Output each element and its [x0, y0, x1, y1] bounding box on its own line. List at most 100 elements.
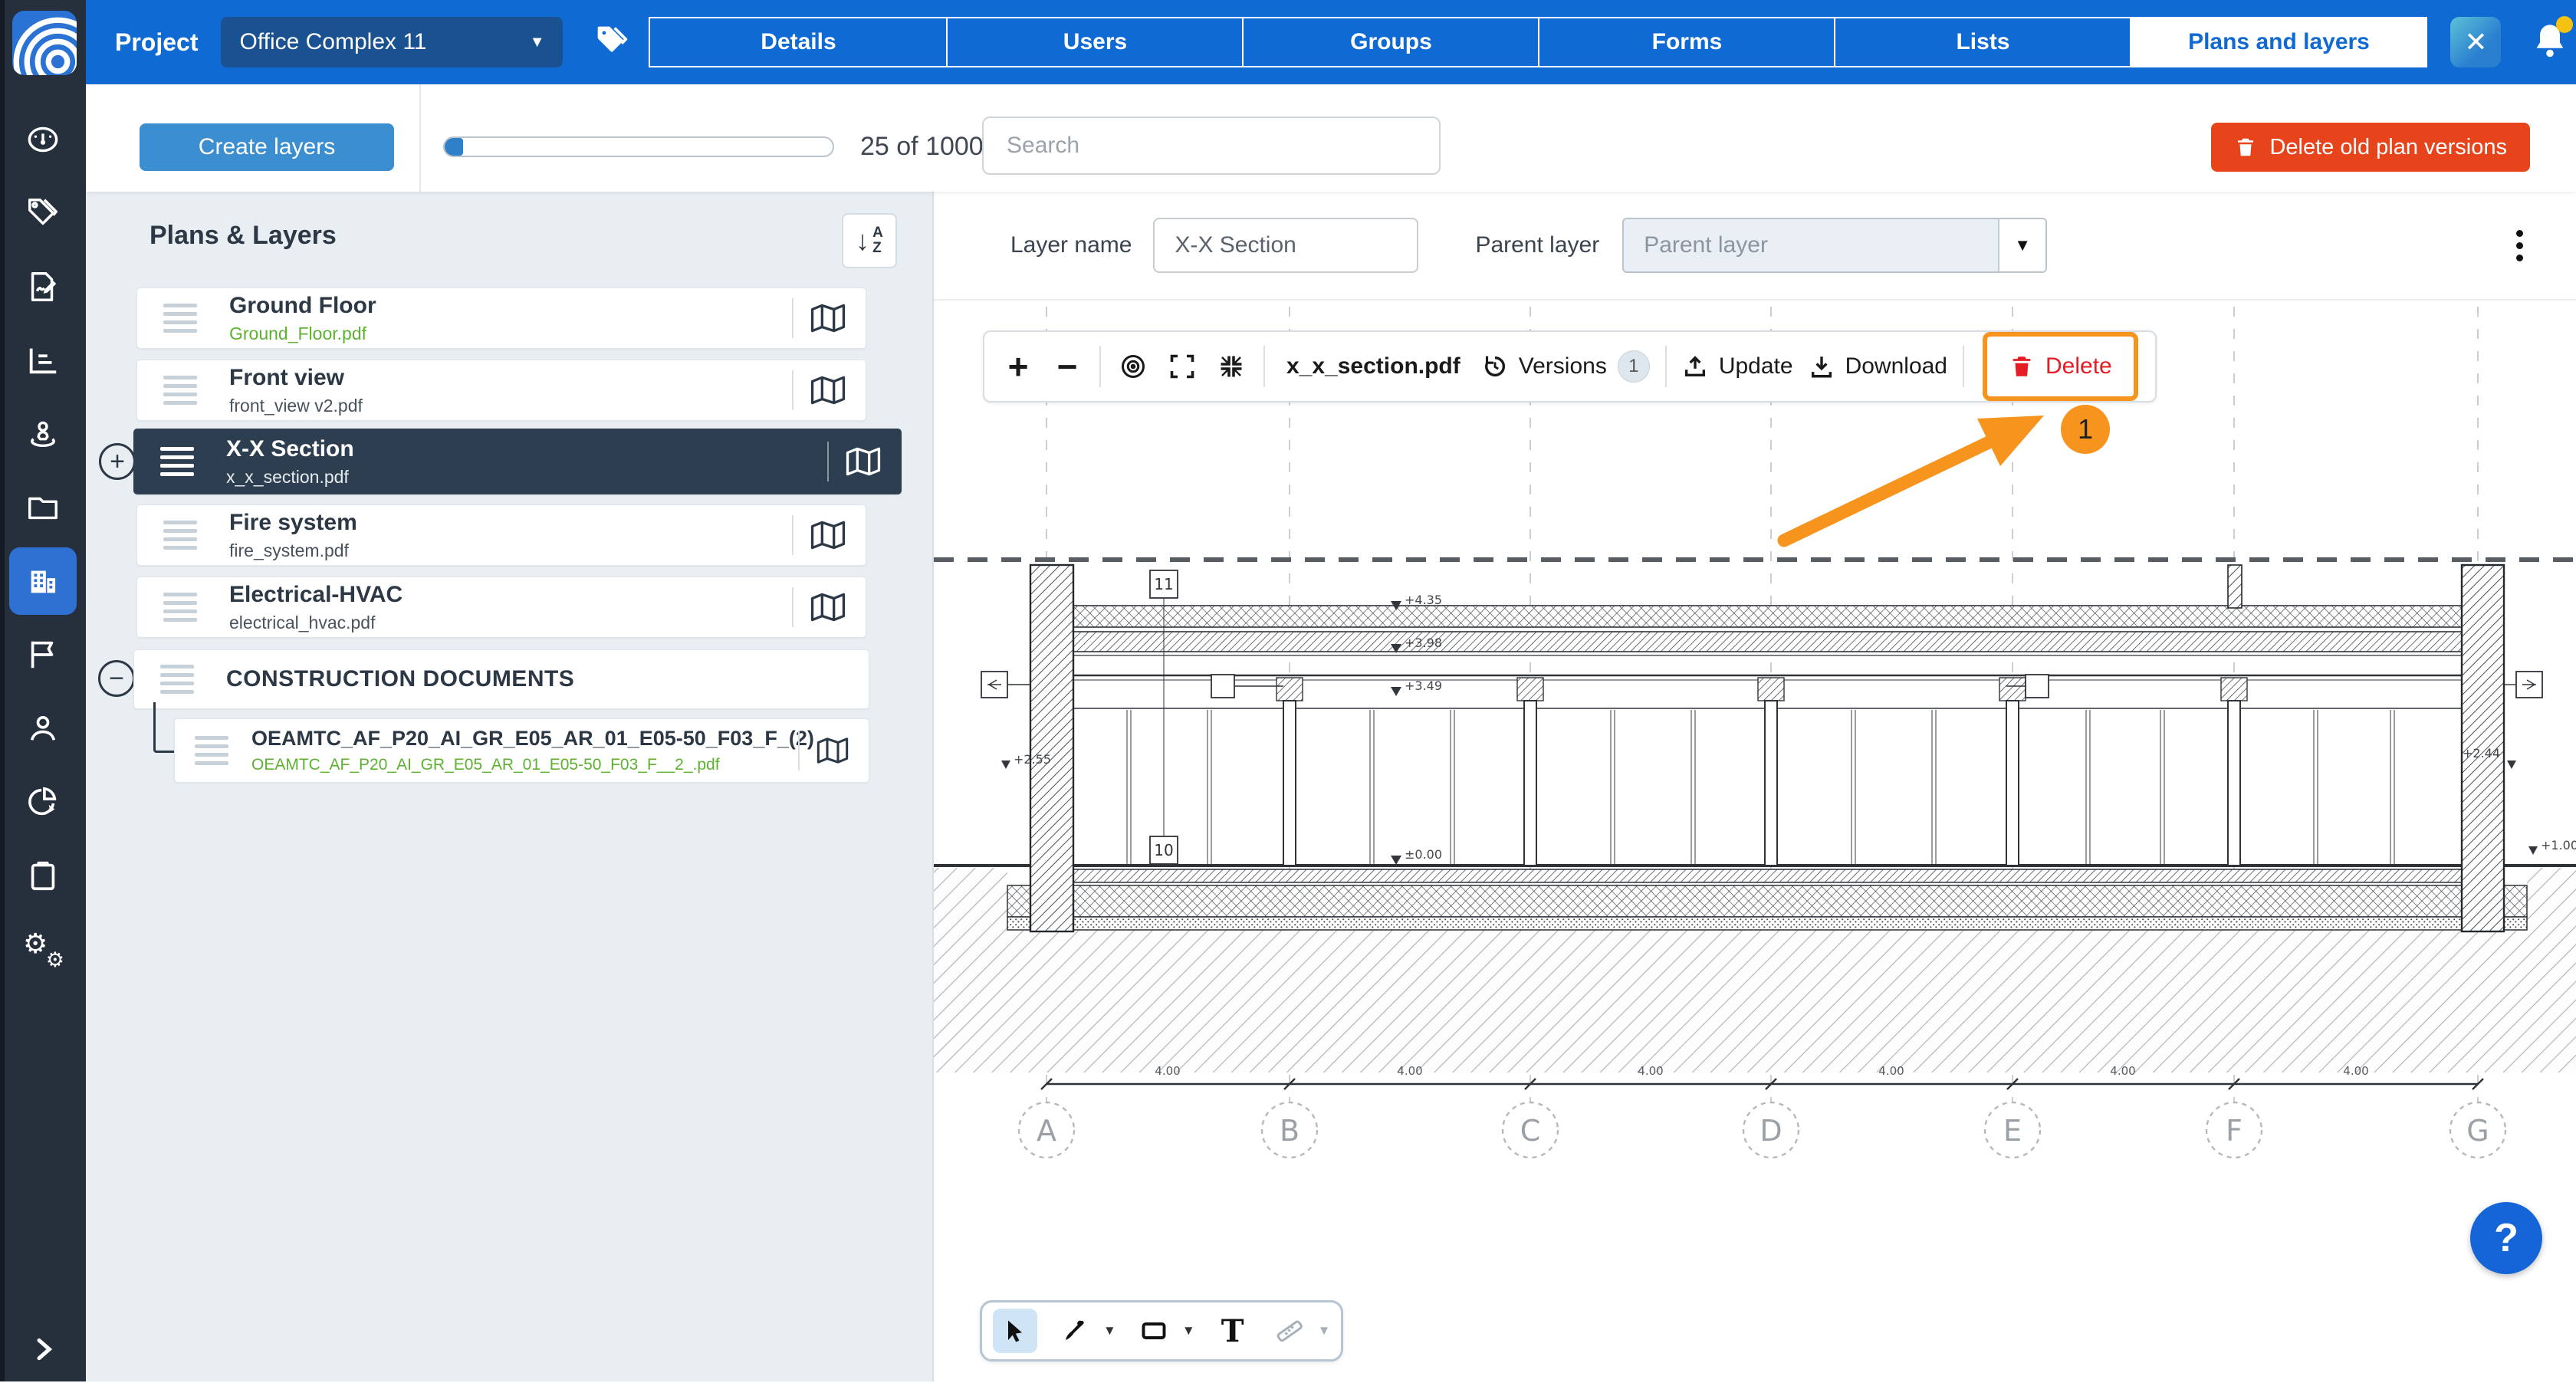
plan-card-front-view[interactable]: Front view front_view v2.pdf	[136, 360, 866, 421]
drag-handle[interactable]	[163, 304, 197, 333]
plan-card-xx-section-selected[interactable]: X-X Section x_x_section.pdf	[133, 429, 902, 494]
plans-layers-panel: Plans & Layers ↓ AZ Ground Floor Ground_…	[86, 192, 934, 1381]
sort-arrow-icon: ↓	[856, 227, 869, 255]
grid-bubble-E: E	[2003, 1114, 2022, 1148]
drag-handle[interactable]	[163, 593, 197, 622]
tab-groups[interactable]: Groups	[1242, 18, 1538, 66]
zoom-out-button[interactable]: −	[1050, 350, 1084, 383]
divider	[798, 731, 800, 770]
elevation-mark: +2.55	[1014, 752, 1051, 767]
layer-name-input[interactable]	[1153, 218, 1418, 273]
map-icon[interactable]	[810, 591, 846, 623]
plan-card-electrical-hvac[interactable]: Electrical-HVAC electrical_hvac.pdf	[136, 577, 866, 638]
text-tool-icon[interactable]: T	[1214, 1309, 1252, 1353]
map-icon[interactable]	[810, 302, 846, 334]
user-icon[interactable]	[0, 692, 86, 765]
delete-button[interactable]: Delete	[2009, 353, 2112, 379]
folder-icon[interactable]	[0, 471, 86, 544]
drag-handle[interactable]	[163, 376, 197, 405]
drag-handle[interactable]	[160, 447, 194, 476]
annotation-toolbar: ▼ ▼ T ▼	[980, 1300, 1343, 1362]
measure-options-chevron-icon[interactable]: ▼	[1318, 1323, 1331, 1339]
divider	[792, 298, 794, 338]
map-icon[interactable]	[810, 374, 846, 406]
map-icon[interactable]	[816, 736, 849, 765]
drag-handle[interactable]	[160, 665, 194, 694]
app-logo[interactable]	[12, 11, 77, 75]
visibility-icon[interactable]	[1116, 350, 1150, 383]
tab-users[interactable]: Users	[946, 18, 1242, 66]
sort-az-button[interactable]: ↓ AZ	[842, 213, 897, 268]
fit-to-screen-icon[interactable]	[1214, 350, 1248, 383]
apps-switcher-icon[interactable]: ✕	[2450, 17, 2501, 67]
clipboard-icon[interactable]	[0, 839, 86, 912]
project-select[interactable]: Office Complex 11 ▼	[221, 17, 563, 67]
plan-filename: fire_system.pdf	[229, 540, 792, 561]
zoom-in-button[interactable]: +	[1001, 350, 1035, 383]
drag-handle[interactable]	[163, 521, 197, 550]
search-input[interactable]	[982, 117, 1441, 175]
map-icon[interactable]	[846, 445, 881, 478]
reports-icon[interactable]	[0, 324, 86, 397]
versions-button[interactable]: Versions 1	[1482, 350, 1650, 383]
drag-handle[interactable]	[195, 736, 228, 765]
flags-icon[interactable]	[0, 618, 86, 692]
tags-icon[interactable]	[0, 176, 86, 250]
dashboard-icon[interactable]	[0, 103, 86, 176]
group-card-construction-documents[interactable]: CONSTRUCTION DOCUMENTS	[133, 649, 869, 709]
measure-tool-ruler-icon[interactable]	[1270, 1309, 1309, 1353]
plan-filename: Ground_Floor.pdf	[229, 324, 792, 344]
notifications-bell-icon[interactable]	[2530, 19, 2570, 65]
map-icon[interactable]	[810, 519, 846, 551]
elevation-mark: +4.35	[1405, 593, 1442, 607]
buildings-icon[interactable]	[0, 544, 86, 618]
tag-icon[interactable]	[595, 24, 629, 61]
expand-sidebar-chevron-icon[interactable]	[0, 1334, 86, 1365]
create-layers-button[interactable]: Create layers	[140, 123, 394, 171]
person-location-icon[interactable]	[0, 397, 86, 471]
pen-options-chevron-icon[interactable]: ▼	[1103, 1323, 1116, 1339]
collapse-group-minus-button[interactable]: −	[98, 660, 135, 697]
parent-layer-select[interactable]: Parent layer ▼	[1622, 218, 2047, 273]
tab-plans-and-layers[interactable]: Plans and layers	[2130, 18, 2426, 66]
divider	[1665, 346, 1667, 387]
tab-forms[interactable]: Forms	[1538, 18, 1834, 66]
download-button[interactable]: Download	[1809, 353, 1947, 379]
plan-filename: x_x_section.pdf	[226, 467, 827, 488]
bay-dimension: 4.00	[2110, 1064, 2135, 1078]
select-tool-cursor-icon[interactable]	[993, 1309, 1037, 1353]
add-sublayer-plus-button[interactable]: +	[99, 443, 136, 480]
delete-old-plan-versions-button[interactable]: Delete old plan versions	[2211, 123, 2530, 172]
update-button[interactable]: Update	[1682, 353, 1793, 379]
delete-old-plan-versions-label: Delete old plan versions	[2269, 135, 2507, 160]
trash-icon	[2234, 136, 2257, 159]
grid-bubble-B: B	[1280, 1114, 1300, 1148]
notification-dot	[2556, 16, 2573, 33]
versions-label: Versions	[1519, 353, 1607, 379]
plan-card-ground-floor[interactable]: Ground Floor Ground_Floor.pdf	[136, 287, 866, 349]
form-signature-icon[interactable]	[0, 250, 86, 324]
plan-filename: front_view v2.pdf	[229, 396, 792, 416]
plus-icon: +	[110, 447, 125, 477]
fullscreen-icon[interactable]	[1165, 350, 1199, 383]
plan-title: Fire system	[229, 510, 792, 536]
shape-options-chevron-icon[interactable]: ▼	[1182, 1323, 1195, 1339]
grid-bubble-C: C	[1520, 1114, 1541, 1148]
plan-title: Ground Floor	[229, 293, 792, 319]
tab-lists[interactable]: Lists	[1834, 18, 2130, 66]
help-button[interactable]: ?	[2470, 1202, 2542, 1274]
divider	[419, 84, 421, 192]
plan-card-fire-system[interactable]: Fire system fire_system.pdf	[136, 504, 866, 566]
update-label: Update	[1719, 353, 1793, 379]
layer-fields-row: Layer name Parent layer Parent layer ▼	[934, 192, 2576, 299]
tab-details[interactable]: Details	[650, 18, 946, 66]
pen-tool-icon[interactable]	[1056, 1309, 1094, 1353]
download-icon	[1809, 353, 1835, 379]
settings-gears-icon[interactable]: ⚙⚙	[0, 912, 86, 986]
plan-card-oeamtc[interactable]: OEAMTC_AF_P20_AI_GR_E05_AR_01_E05-50_F03…	[174, 718, 869, 783]
plan-canvas[interactable]: 11 10 +4.35 +3.98 +3.49 ±0.00 +2.55 +2.4…	[934, 299, 2576, 1381]
plan-title: Front view	[229, 365, 792, 391]
pie-chart-icon[interactable]	[0, 765, 86, 839]
more-options-kebab-icon[interactable]	[2502, 228, 2536, 262]
shape-tool-icon[interactable]	[1135, 1309, 1173, 1353]
